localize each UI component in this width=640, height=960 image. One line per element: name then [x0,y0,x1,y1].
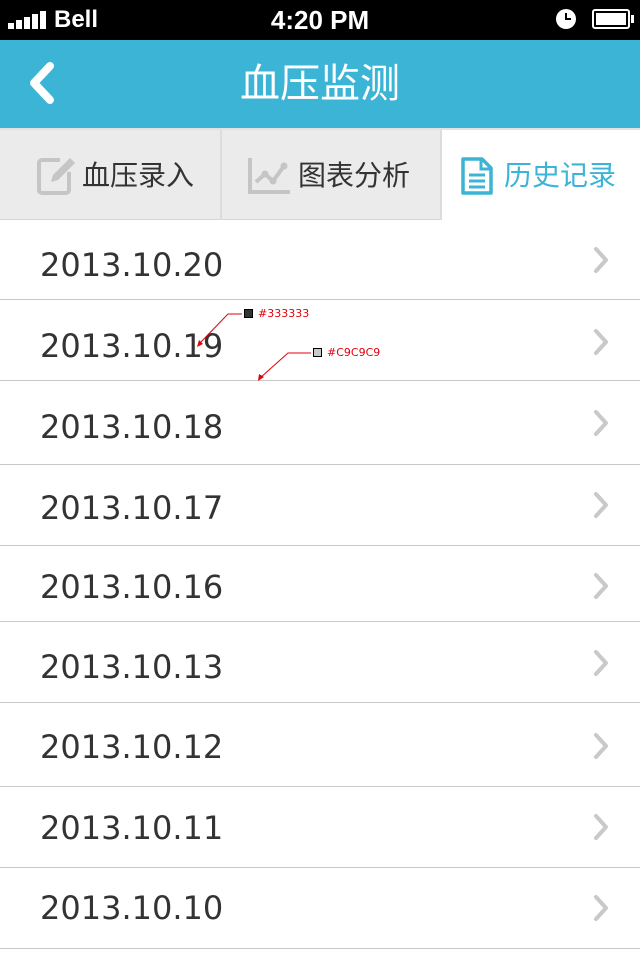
divider-color-swatch [313,348,322,357]
text-color-swatch [244,309,253,318]
annotation-leader-lines [197,313,311,381]
divider-color-hex: #C9C9C9 [327,346,381,359]
text-color-hex: #333333 [258,307,310,320]
